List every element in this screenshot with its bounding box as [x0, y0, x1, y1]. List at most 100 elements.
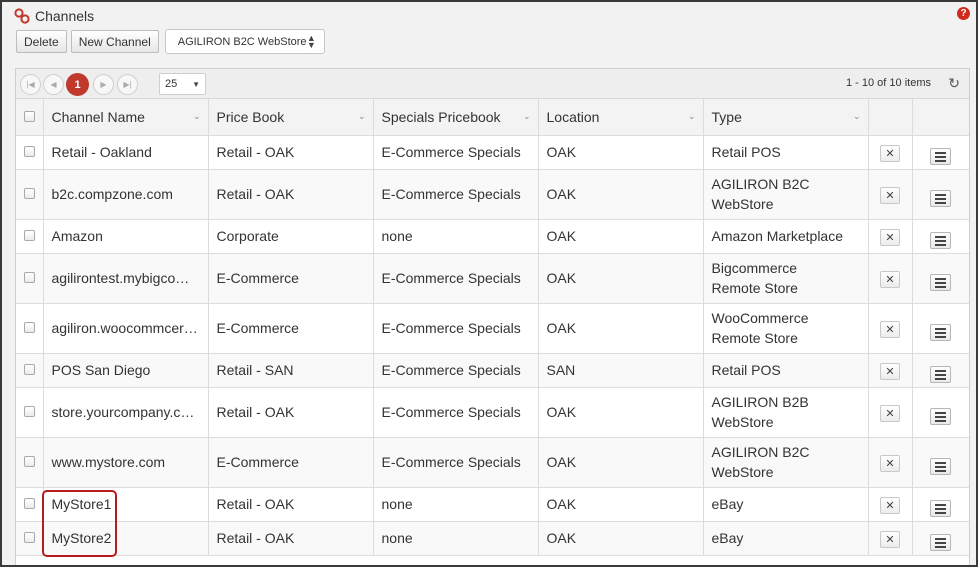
- table-row[interactable]: MyStore1 Retail - OAK none OAK eBay ✕: [16, 487, 969, 522]
- select-all-checkbox[interactable]: [23, 110, 35, 122]
- delete-cell: ✕: [868, 169, 913, 220]
- delete-button[interactable]: Delete: [16, 30, 67, 53]
- table-header-row: Channel Name ⌄ Price Book ⌄ Specials Price…: [16, 99, 969, 136]
- row-select-cell: [16, 353, 44, 388]
- chevron-down-icon[interactable]: ⌄: [523, 111, 531, 122]
- column-header-price-book[interactable]: Price Book ⌄: [208, 99, 374, 136]
- hamburger-menu-icon[interactable]: [930, 148, 952, 166]
- type-cell: Bigcommerce Remote Store: [703, 253, 869, 304]
- table-row[interactable]: Retail - Oakland Retail - OAK E-Commerce S…: [16, 135, 969, 170]
- hamburger-menu-icon[interactable]: [930, 408, 952, 426]
- hamburger-menu-icon[interactable]: [930, 366, 952, 384]
- pager-info: 1 - 10 of 10 items: [846, 77, 931, 89]
- menu-cell: [912, 353, 969, 388]
- row-checkbox[interactable]: [23, 456, 35, 467]
- close-icon[interactable]: ✕: [880, 455, 900, 473]
- hamburger-menu-icon[interactable]: [930, 500, 952, 518]
- location-cell: OAK: [538, 169, 704, 220]
- location-cell: OAK: [538, 219, 704, 254]
- table-row[interactable]: MyStore2 Retail - OAK none OAK eBay ✕: [16, 521, 969, 556]
- help-icon[interactable]: ?: [957, 7, 970, 20]
- channel-name-cell[interactable]: b2c.compzone.com: [43, 169, 209, 220]
- row-checkbox[interactable]: [23, 272, 35, 283]
- channel-name-cell[interactable]: agilirontest.mybigcomm...: [43, 253, 209, 304]
- channel-name-cell[interactable]: agiliron.woocommcerce...: [43, 303, 209, 354]
- table-row[interactable]: agiliron.woocommcerce... E-Commerce E-Comm…: [16, 303, 969, 354]
- column-header-channel-name[interactable]: Channel Name ⌄: [43, 99, 209, 136]
- channel-name-cell[interactable]: store.yourcompany.com: [43, 387, 209, 438]
- row-checkbox[interactable]: [23, 498, 35, 509]
- price-book-cell: Retail - SAN: [208, 353, 374, 388]
- specials-pricebook-cell: none: [373, 487, 539, 522]
- row-select-cell: [16, 487, 44, 522]
- close-icon[interactable]: ✕: [880, 145, 900, 163]
- table-row[interactable]: www.mystore.com E-Commerce E-Commerce Spec…: [16, 437, 969, 488]
- row-select-cell: [16, 135, 44, 170]
- price-book-cell: Retail - OAK: [208, 487, 374, 522]
- row-select-cell: [16, 387, 44, 438]
- type-cell: Retail POS: [703, 135, 869, 170]
- hamburger-menu-icon[interactable]: [930, 458, 952, 476]
- channel-name-cell[interactable]: POS San Diego: [43, 353, 209, 388]
- menu-cell: [912, 487, 969, 522]
- specials-pricebook-cell: E-Commerce Specials: [373, 353, 539, 388]
- delete-cell: ✕: [868, 487, 913, 522]
- last-page-icon[interactable]: ▶|: [117, 74, 138, 95]
- hamburger-menu-icon[interactable]: [930, 534, 952, 552]
- row-select-cell: [16, 437, 44, 488]
- page-size-select[interactable]: 25 ▼: [159, 73, 206, 95]
- close-icon[interactable]: ✕: [880, 321, 900, 339]
- close-icon[interactable]: ✕: [880, 187, 900, 205]
- hamburger-menu-icon[interactable]: [930, 324, 952, 342]
- hamburger-menu-icon[interactable]: [930, 232, 952, 250]
- close-icon[interactable]: ✕: [880, 531, 900, 549]
- chevron-down-icon[interactable]: ⌄: [688, 111, 696, 122]
- close-icon[interactable]: ✕: [880, 271, 900, 289]
- channel-name-cell[interactable]: MyStore1: [43, 487, 209, 522]
- column-header-type[interactable]: Type ⌄: [703, 99, 869, 136]
- channel-name-cell[interactable]: MyStore2: [43, 521, 209, 556]
- chevron-down-icon[interactable]: ⌄: [193, 111, 201, 122]
- row-select-cell: [16, 303, 44, 354]
- hamburger-menu-icon[interactable]: [930, 190, 952, 208]
- specials-pricebook-cell: E-Commerce Specials: [373, 169, 539, 220]
- close-icon[interactable]: ✕: [880, 229, 900, 247]
- row-checkbox[interactable]: [23, 322, 35, 333]
- channel-name-cell[interactable]: Retail - Oakland: [43, 135, 209, 170]
- close-icon[interactable]: ✕: [880, 497, 900, 515]
- channel-name-cell[interactable]: Amazon: [43, 219, 209, 254]
- close-icon[interactable]: ✕: [880, 405, 900, 423]
- row-checkbox[interactable]: [23, 532, 35, 543]
- type-cell: AGILIRON B2B WebStore: [703, 387, 869, 438]
- current-page-button[interactable]: 1: [66, 73, 89, 96]
- menu-cell: [912, 135, 969, 170]
- row-checkbox[interactable]: [23, 406, 35, 417]
- row-checkbox[interactable]: [23, 188, 35, 199]
- row-checkbox[interactable]: [23, 230, 35, 241]
- column-header-specials-pricebook[interactable]: Specials Pricebook ⌄: [373, 99, 539, 136]
- prev-page-icon[interactable]: ◀: [43, 74, 64, 95]
- delete-cell: ✕: [868, 253, 913, 304]
- price-book-cell: E-Commerce: [208, 303, 374, 354]
- row-checkbox[interactable]: [23, 146, 35, 157]
- table-row[interactable]: store.yourcompany.com Retail - OAK E-Comme…: [16, 387, 969, 438]
- refresh-icon[interactable]: ↻: [948, 75, 960, 92]
- row-checkbox[interactable]: [23, 364, 35, 375]
- table-row[interactable]: POS San Diego Retail - SAN E-Commerce Spec…: [16, 353, 969, 388]
- specials-pricebook-cell: E-Commerce Specials: [373, 437, 539, 488]
- table-row[interactable]: agilirontest.mybigcomm... E-Commerce E-Com…: [16, 253, 969, 304]
- table-row[interactable]: b2c.compzone.com Retail - OAK E-Commerce S…: [16, 169, 969, 220]
- close-icon[interactable]: ✕: [880, 363, 900, 381]
- first-page-icon[interactable]: |◀: [20, 74, 41, 95]
- table-row[interactable]: Amazon Corporate none OAK Amazon Marketplace…: [16, 219, 969, 254]
- next-page-icon[interactable]: ▶: [93, 74, 114, 95]
- chevron-down-icon: ▼: [192, 79, 200, 89]
- chevron-down-icon[interactable]: ⌄: [358, 111, 366, 122]
- column-header-location[interactable]: Location ⌄: [538, 99, 704, 136]
- price-book-cell: Corporate: [208, 219, 374, 254]
- channel-name-cell[interactable]: www.mystore.com: [43, 437, 209, 488]
- hamburger-menu-icon[interactable]: [930, 274, 952, 292]
- store-type-select[interactable]: AGILIRON B2C WebStore ▲ ▼: [164, 29, 325, 54]
- chevron-down-icon[interactable]: ⌄: [853, 111, 861, 122]
- new-channel-button[interactable]: New Channel: [70, 30, 159, 53]
